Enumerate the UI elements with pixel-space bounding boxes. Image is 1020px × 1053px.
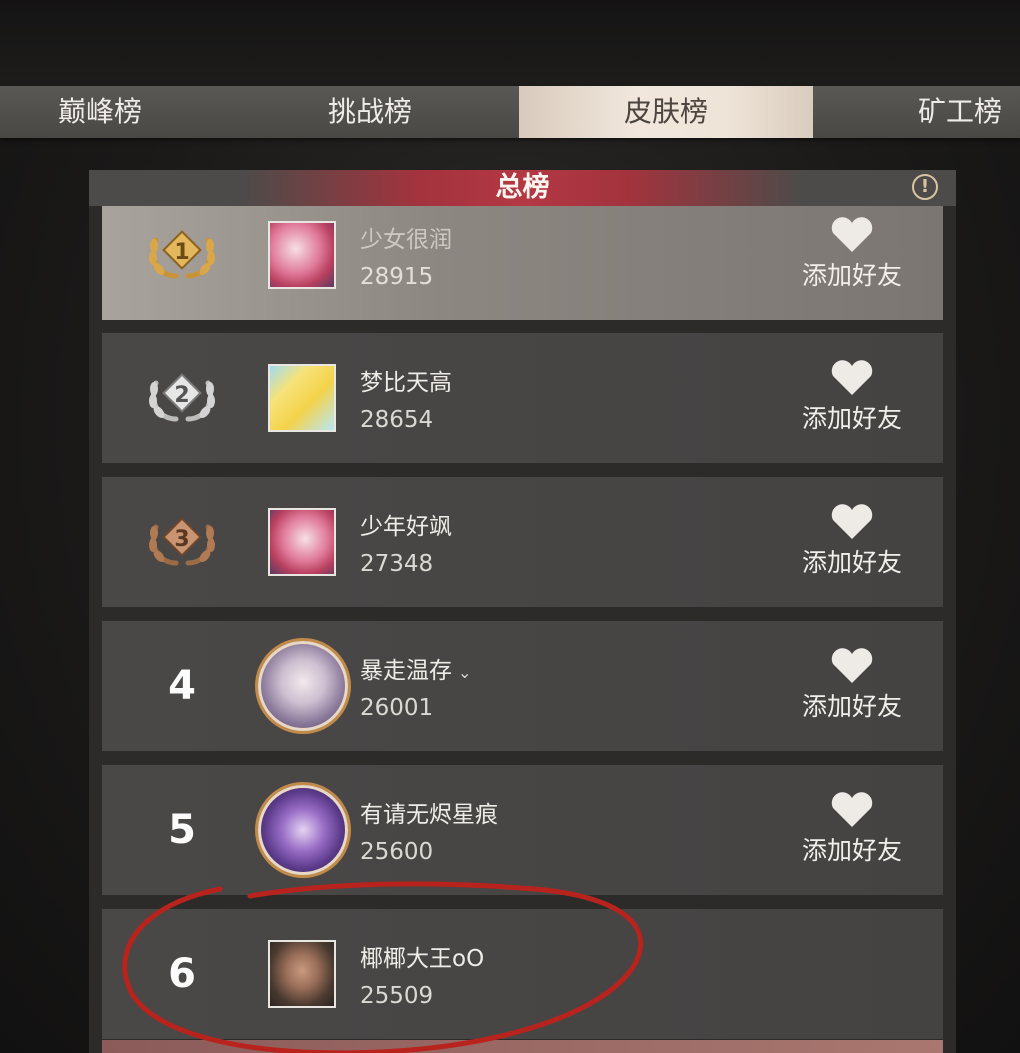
heart-icon: [831, 648, 873, 683]
add-friend-button[interactable]: 添加好友: [782, 359, 922, 439]
add-friend-label: 添加好友: [801, 692, 902, 721]
rank-3-number: 3: [174, 527, 189, 552]
player-score: 28915: [360, 264, 434, 290]
player-score: 27348: [360, 551, 434, 577]
section-header: 总榜 !: [89, 170, 956, 206]
bronze-laurel-badge-icon: 3: [149, 517, 215, 566]
add-friend-label: 添加好友: [801, 836, 902, 865]
player-name: 有请无烬星痕: [360, 802, 498, 828]
player-name: 少年好飒: [360, 514, 452, 540]
heart-icon: [831, 360, 873, 395]
add-friend-label: 添加好友: [801, 261, 902, 290]
heart-icon: [831, 217, 873, 252]
info-icon[interactable]: !: [912, 174, 938, 200]
add-friend-label: 添加好友: [801, 404, 902, 433]
section-title: 总榜: [495, 172, 550, 203]
ranking-list[interactable]: 1 少女很润 28915 添加好友 2 梦比天高 28654 添加好友 3 少年…: [89, 206, 956, 1053]
avatar[interactable]: [268, 364, 336, 432]
avatar[interactable]: [258, 641, 348, 731]
player-name: 椰椰大王oO: [360, 946, 485, 972]
add-friend-button[interactable]: 添加好友: [782, 647, 922, 727]
top-bar: [0, 0, 1020, 86]
rank-number: 5: [168, 807, 196, 853]
ranking-row-3: 3 少年好飒 27348 添加好友: [102, 477, 943, 607]
rank-2-number: 2: [174, 383, 189, 408]
rank-1-number: 1: [174, 240, 189, 265]
add-friend-button[interactable]: 添加好友: [782, 503, 922, 583]
tab-peak[interactable]: 巅峰榜: [0, 86, 200, 138]
tab-challenge[interactable]: 挑战榜: [270, 86, 470, 138]
gold-laurel-badge-icon: 1: [149, 230, 215, 279]
heart-icon: [831, 792, 873, 827]
player-name: 梦比天高: [360, 370, 452, 396]
ranking-row-7-partial: [102, 1040, 943, 1053]
player-name: 少女很润: [360, 227, 452, 253]
rank-number: 4: [168, 663, 196, 709]
player-score: 25600: [360, 839, 434, 865]
chevron-down-icon[interactable]: ⌄: [458, 663, 471, 682]
tab-miner[interactable]: 矿工榜: [880, 86, 1020, 138]
ranking-row-6: 6 椰椰大王oO 25509: [102, 909, 943, 1039]
player-name: 暴走温存 ⌄: [360, 651, 471, 685]
heart-icon: [831, 504, 873, 539]
add-friend-button[interactable]: 添加好友: [782, 791, 922, 871]
ranking-row-4: 4 暴走温存 ⌄ 26001 添加好友: [102, 621, 943, 751]
add-friend-label: 添加好友: [801, 548, 902, 577]
avatar[interactable]: [258, 785, 348, 875]
player-score: 26001: [360, 695, 434, 721]
add-friend-button[interactable]: 添加好友: [782, 216, 922, 296]
player-score: 28654: [360, 407, 434, 433]
player-name-text: 暴走温存: [360, 658, 452, 684]
ranking-row-2: 2 梦比天高 28654 添加好友: [102, 333, 943, 463]
ranking-row-5: 5 有请无烬星痕 25600 添加好友: [102, 765, 943, 895]
rank-number: 6: [168, 951, 196, 997]
player-score: 25509: [360, 983, 434, 1009]
avatar[interactable]: [268, 221, 336, 289]
tab-skin[interactable]: 皮肤榜: [519, 86, 813, 138]
avatar[interactable]: [268, 940, 336, 1008]
silver-laurel-badge-icon: 2: [149, 373, 215, 422]
avatar[interactable]: [268, 508, 336, 576]
leaderboard-tabs: 巅峰榜 挑战榜 皮肤榜 矿工榜: [0, 86, 1020, 138]
ranking-row-1: 1 少女很润 28915 添加好友: [102, 206, 943, 320]
